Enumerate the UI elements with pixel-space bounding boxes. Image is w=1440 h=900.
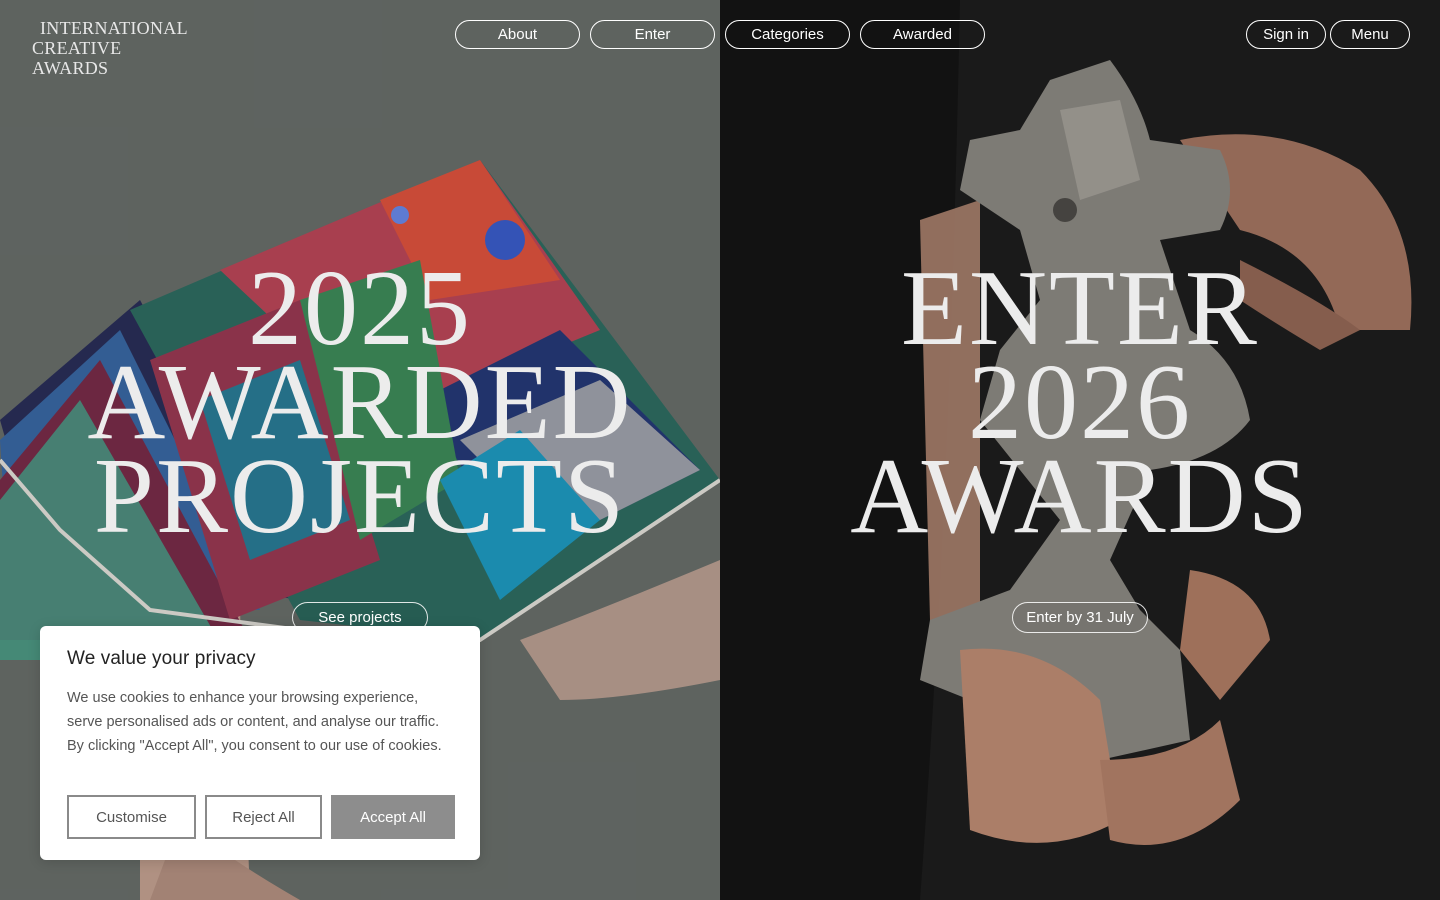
cookie-consent-dialog: We value your privacy We use cookies to … [40, 626, 480, 860]
nav-enter[interactable]: Enter [590, 20, 715, 49]
enter-awards-panel[interactable]: ENTER 2026 AWARDS Enter by 31 July [720, 0, 1440, 900]
cookie-actions: Customise Reject All Accept All [67, 795, 455, 839]
logo-line: CREATIVE AWARDS [32, 38, 122, 78]
title-line: PROJECTS [93, 437, 627, 556]
title-line: AWARDED [87, 343, 633, 462]
title-line: 2025 [248, 249, 472, 368]
customise-button[interactable]: Customise [67, 795, 196, 839]
accept-all-button[interactable]: Accept All [331, 795, 455, 839]
nav-categories[interactable]: Categories [725, 20, 850, 49]
cookie-title: We value your privacy [67, 648, 256, 669]
awarded-projects-title: 2025 AWARDED PROJECTS [0, 249, 720, 556]
cookie-body: We use cookies to enhance your browsing … [67, 690, 442, 754]
nav-awarded[interactable]: Awarded [860, 20, 985, 49]
menu-button[interactable]: Menu [1330, 20, 1410, 49]
reject-all-button[interactable]: Reject All [205, 795, 322, 839]
enter-by-button[interactable]: Enter by 31 July [1012, 602, 1148, 633]
sign-in-button[interactable]: Sign in [1246, 20, 1326, 49]
logo-line: INTERNATIONAL [40, 18, 188, 38]
title-line: 2026 [968, 343, 1192, 462]
title-line: AWARDS [850, 437, 1310, 556]
title-line: ENTER [901, 249, 1259, 368]
site-logo[interactable]: INTERNATIONAL CREATIVE AWARDS [32, 18, 188, 78]
enter-awards-title: ENTER 2026 AWARDS [720, 249, 1440, 556]
nav-about[interactable]: About [455, 20, 580, 49]
